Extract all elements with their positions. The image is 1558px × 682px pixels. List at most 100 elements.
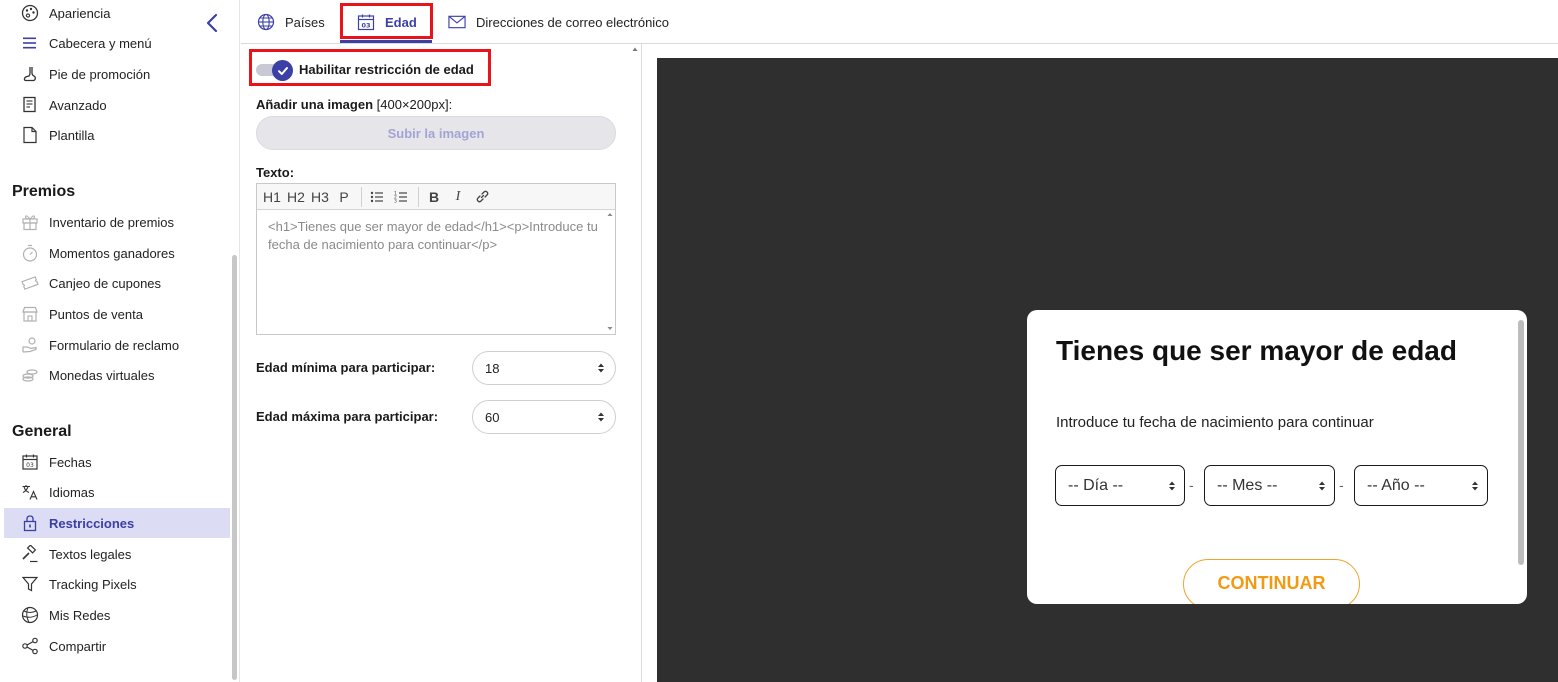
sort-arrows-icon — [1318, 479, 1326, 497]
max-age-value: 60 — [485, 409, 500, 425]
image-field-label: Añadir una imagen [400×200px]: — [256, 97, 452, 112]
envelope-icon — [448, 13, 466, 31]
sidebar-item-label: Monedas virtuales — [49, 367, 155, 383]
sidebar-item-puntos-venta[interactable]: Puntos de venta — [4, 299, 230, 329]
italic-button[interactable]: I — [447, 186, 469, 208]
max-age-select[interactable]: 60 — [472, 400, 616, 434]
sidebar-item-cabecera[interactable]: Cabecera y menú — [4, 28, 230, 58]
sidebar-item-monedas[interactable]: Monedas virtuales — [4, 360, 230, 390]
svg-text:03: 03 — [26, 462, 34, 469]
max-age-label: Edad máxima para participar: — [256, 409, 439, 424]
modal-subtitle: Introduce tu fecha de nacimiento para co… — [1056, 414, 1374, 431]
sidebar-item-label: Momentos ganadores — [49, 245, 175, 261]
editor-scrollbar[interactable] — [605, 210, 615, 334]
sort-arrows-icon — [597, 411, 605, 426]
sidebar-item-label: Canjeo de cupones — [49, 275, 162, 291]
year-select[interactable]: -- Año -- — [1354, 465, 1488, 506]
sidebar-item-apariencia[interactable]: Apariencia — [4, 0, 230, 28]
gavel-icon — [21, 545, 39, 563]
gift-icon — [21, 213, 39, 231]
sidebar-item-avanzado[interactable]: Avanzado — [4, 90, 230, 120]
sidebar-item-label: Apariencia — [49, 5, 111, 21]
tab-edad[interactable]: 03 Edad — [357, 6, 417, 38]
h2-button[interactable]: H2 — [285, 186, 307, 208]
sidebar-item-label: Compartir — [49, 638, 107, 654]
tab-bar — [241, 0, 1558, 44]
toggle-knob — [272, 60, 293, 81]
editor-content[interactable]: <h1>Tienes que ser mayor de edad</h1><p>… — [268, 218, 600, 254]
stopwatch-icon — [21, 244, 39, 262]
sidebar-item-idiomas[interactable]: Idiomas — [4, 477, 230, 507]
sidebar-item-mis-redes[interactable]: Mis Redes — [4, 600, 230, 630]
bulleted-list-icon[interactable] — [366, 186, 388, 208]
document-settings-icon — [21, 96, 39, 114]
month-select[interactable]: -- Mes -- — [1204, 465, 1335, 506]
sidebar-item-fechas[interactable]: 03 Fechas — [4, 447, 230, 477]
date-separator: - — [1189, 477, 1194, 493]
modal-scrollbar[interactable] — [1518, 320, 1524, 565]
h1-button[interactable]: H1 — [261, 186, 283, 208]
sort-arrows-icon — [597, 362, 605, 377]
age-restriction-toggle[interactable] — [256, 60, 294, 81]
tab-paises[interactable]: Países — [257, 6, 325, 38]
numbered-list-icon[interactable]: 123 — [390, 186, 412, 208]
day-select[interactable]: -- Día -- — [1055, 465, 1185, 506]
date-separator: - — [1339, 477, 1344, 493]
month-select-value: -- Mes -- — [1217, 476, 1278, 494]
foot-icon — [21, 65, 39, 83]
bold-button[interactable]: B — [423, 186, 445, 208]
sidebar-item-cupones[interactable]: Canjeo de cupones — [4, 268, 230, 298]
store-icon — [21, 305, 39, 323]
coins-icon — [21, 366, 39, 384]
tab-emails[interactable]: Direcciones de correo electrónico — [448, 6, 669, 38]
sidebar-item-label: Inventario de premios — [49, 214, 175, 230]
palette-icon — [21, 4, 39, 22]
hand-coin-icon — [21, 336, 39, 354]
menu-icon — [21, 34, 39, 52]
collapse-sidebar-button[interactable] — [202, 12, 222, 34]
panel-scrollbar[interactable] — [630, 44, 640, 682]
sort-arrows-icon — [1471, 479, 1479, 497]
text-field-label: Texto: — [256, 165, 295, 180]
image-size-hint: [400×200px]: — [376, 97, 453, 112]
upload-image-button[interactable]: Subir la imagen — [256, 116, 616, 150]
sidebar-item-formulario-reclamo[interactable]: Formulario de reclamo — [4, 330, 230, 360]
image-label-text: Añadir una imagen — [256, 97, 374, 112]
sidebar-item-pie-promocion[interactable]: Pie de promoción — [4, 59, 230, 89]
sidebar-item-label: Textos legales — [49, 546, 132, 562]
h3-button[interactable]: H3 — [309, 186, 331, 208]
sidebar-item-compartir[interactable]: Compartir — [4, 631, 230, 661]
min-age-value: 18 — [485, 360, 500, 376]
sidebar-item-label: Plantilla — [49, 127, 95, 143]
check-icon — [277, 66, 288, 75]
toolbar-divider — [361, 186, 362, 207]
page-scrollbar[interactable] — [1549, 44, 1558, 682]
sidebar-item-label: Pie de promoción — [49, 66, 151, 82]
sort-arrows-icon — [1168, 479, 1176, 497]
rich-text-editor: H1 H2 H3 P 123 B I <h1>Tienes que ser ma… — [256, 183, 616, 335]
paragraph-button[interactable]: P — [333, 186, 355, 208]
sidebar-item-label: Avanzado — [49, 97, 107, 113]
sidebar-item-inventario[interactable]: Inventario de premios — [4, 207, 230, 237]
chevron-left-icon — [206, 13, 218, 33]
tab-label: Edad — [385, 14, 417, 30]
sidebar-item-tracking-pixels[interactable]: Tracking Pixels — [4, 569, 230, 599]
sidebar-item-textos-legales[interactable]: Textos legales — [4, 539, 230, 569]
sidebar-scrollbar-thumb[interactable] — [232, 255, 237, 680]
svg-text:3: 3 — [394, 198, 397, 204]
link-icon[interactable] — [471, 186, 493, 208]
calendar-icon: 03 — [357, 13, 375, 31]
min-age-select[interactable]: 18 — [472, 351, 616, 385]
year-select-value: -- Año -- — [1367, 476, 1425, 494]
calendar-day-label: 03 — [361, 22, 370, 30]
file-icon — [21, 126, 39, 144]
sidebar-item-plantilla[interactable]: Plantilla — [4, 120, 230, 150]
continue-button[interactable]: CONTINUAR — [1183, 559, 1360, 604]
sidebar-item-momentos[interactable]: Momentos ganadores — [4, 238, 230, 268]
filter-icon — [21, 575, 39, 593]
sidebar-item-restricciones[interactable]: Restricciones — [4, 508, 230, 538]
panel-divider — [641, 44, 642, 682]
share-icon — [21, 637, 39, 655]
sidebar-item-label: Cabecera y menú — [49, 35, 152, 51]
sidebar: Apariencia Cabecera y menú Pie de promoc… — [0, 0, 240, 682]
